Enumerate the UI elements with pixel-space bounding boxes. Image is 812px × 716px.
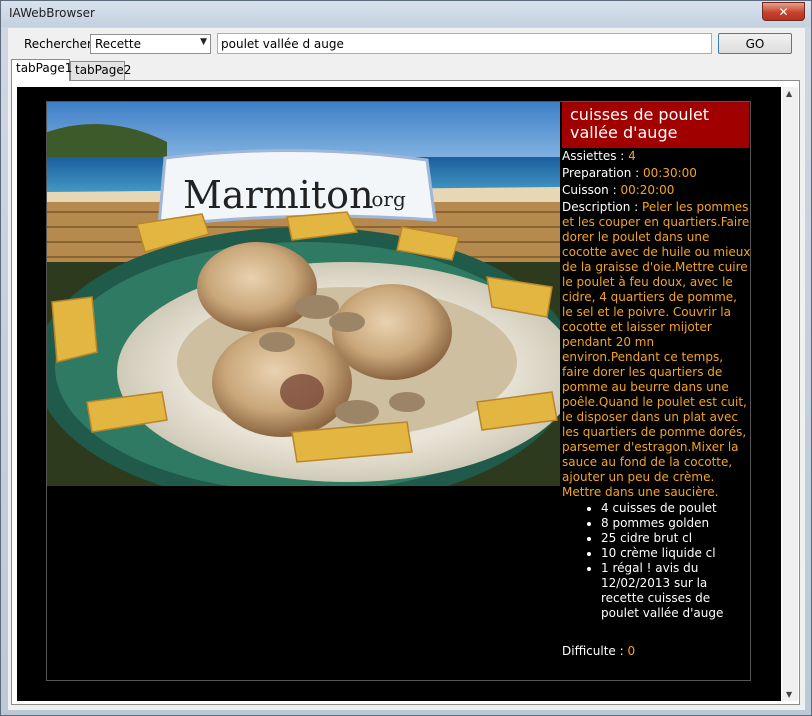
assiettes-line: Assiettes : 4 — [561, 148, 751, 165]
photo-brand-text: Marmiton — [183, 173, 374, 217]
ingredient-item: 8 pommes golden — [601, 516, 751, 531]
ingredient-item: 25 cidre brut cl — [601, 531, 751, 546]
recipe-title: cuisses de poulet vallée d'auge — [562, 102, 749, 148]
category-select[interactable]: Recette ▼ — [90, 34, 211, 54]
scroll-down-icon[interactable]: ▼ — [786, 690, 792, 699]
difficulte-line: Difficulte : 0 — [561, 643, 751, 660]
tab-page2[interactable]: tabPage2 — [70, 61, 131, 80]
title-bar[interactable]: IAWebBrowser ✕ — [1, 1, 811, 27]
description-value: Peler les pommes et les couper en quarti… — [562, 200, 751, 499]
go-button[interactable]: GO — [718, 33, 792, 54]
cuisson-value: 00:20:00 — [620, 183, 675, 197]
assiettes-value: 4 — [628, 149, 636, 163]
vertical-scrollbar[interactable]: ▲ ▼ — [782, 87, 798, 701]
recipe-photo: Marmiton .org — [47, 102, 560, 486]
recipe-card: Marmiton .org cuisses de poulet vallée d… — [46, 101, 751, 681]
tab-page1[interactable]: tabPage1 — [11, 59, 72, 81]
scroll-up-icon[interactable]: ▲ — [786, 89, 792, 98]
chevron-down-icon[interactable]: ▼ — [200, 37, 207, 47]
difficulte-label: Difficulte : — [562, 644, 628, 658]
description-label: Description : — [562, 200, 643, 214]
cuisson-label: Cuisson : — [562, 183, 621, 197]
difficulte-value: 0 — [627, 644, 636, 658]
cuisson-line: Cuisson : 00:20:00 — [561, 182, 751, 199]
recipe-details: cuisses de poulet vallée d'auge Assiette… — [561, 102, 751, 660]
client-area: Rechercher Recette ▼ GO tabPage1 tabPage… — [8, 28, 805, 710]
ingredient-item: 10 crème liquide cl — [601, 546, 751, 561]
recipe-photo-image: Marmiton .org — [47, 102, 560, 486]
photo-brand-suffix: .org — [365, 187, 406, 211]
preparation-line: Preparation : 00:30:00 — [561, 165, 751, 182]
web-browser-view[interactable]: Marmiton .org cuisses de poulet vallée d… — [17, 87, 781, 701]
close-button[interactable]: ✕ — [762, 2, 805, 21]
assiettes-label: Assiettes : — [562, 149, 629, 163]
search-bar: Rechercher Recette ▼ GO — [8, 28, 805, 58]
app-window: IAWebBrowser ✕ Rechercher Recette ▼ GO t… — [0, 0, 812, 716]
tab-panel: Marmiton .org cuisses de poulet vallée d… — [11, 80, 800, 705]
description-block: Description : Peler les pommes et les co… — [561, 199, 751, 500]
ingredients-list: 4 cuisses de poulet 8 pommes golden 25 c… — [561, 501, 751, 621]
category-select-value: Recette — [95, 37, 141, 51]
search-label: Rechercher — [24, 37, 92, 51]
window-title: IAWebBrowser — [9, 6, 95, 20]
ingredient-item: 4 cuisses de poulet — [601, 501, 751, 516]
ingredient-item: 1 régal ! avis du 12/02/2013 sur la rece… — [601, 561, 751, 621]
search-input[interactable] — [217, 33, 712, 54]
close-icon: ✕ — [778, 4, 789, 19]
preparation-value: 00:30:00 — [643, 166, 697, 180]
preparation-label: Preparation : — [562, 166, 643, 180]
